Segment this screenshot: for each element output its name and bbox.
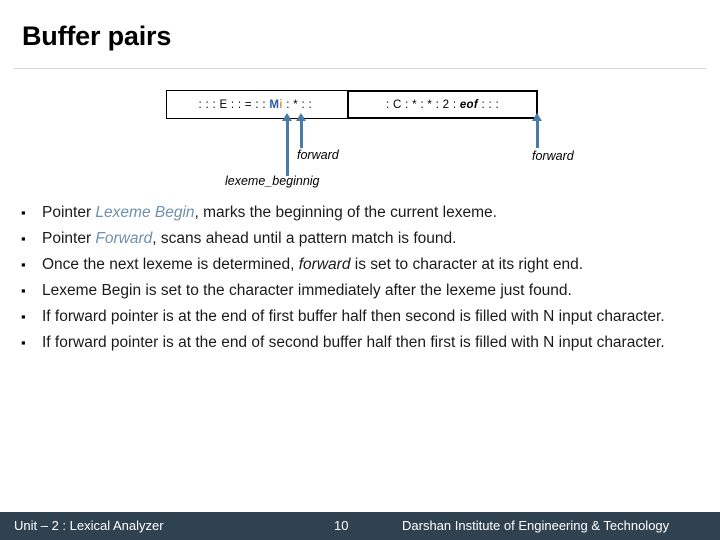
- list-item-text-part: , scans ahead until a pattern match is f…: [152, 230, 457, 247]
- buffer-box: : : : E : : = : : Mi : * : : : C : * : *…: [166, 90, 538, 119]
- list-item-text: Pointer Forward, scans ahead until a pat…: [42, 226, 706, 251]
- list-item: ▪ Lexeme Begin is set to the character im…: [16, 278, 706, 303]
- list-item-text-part: forward: [298, 256, 351, 273]
- list-item: ▪ If forward pointer is at the end of fir…: [16, 304, 706, 329]
- list-item-text-part: Once the next lexeme is determined,: [42, 256, 299, 273]
- buffer-right-suffix: : : :: [477, 98, 499, 111]
- list-item: ▪ Once the next lexeme is determined, for…: [16, 252, 706, 277]
- buffer-right-prefix: : C : * : * : 2 :: [386, 98, 460, 111]
- footer-unit-label: Unit – 2 : Lexical Analyzer: [14, 518, 164, 533]
- buffer-left-suffix: : * : :: [282, 98, 316, 111]
- bullet-square-icon: ▪: [21, 283, 26, 298]
- forward-arrow-right-icon: [532, 113, 542, 148]
- footer-page-number: 10: [334, 518, 349, 533]
- buffer-half-first: : : : E : : = : : Mi : * : :: [166, 90, 347, 119]
- bullet-square-icon: ▪: [21, 205, 26, 220]
- lexeme-begin-arrow-icon: [282, 113, 292, 176]
- buffer-half-second: : C : * : * : 2 : eof : : :: [347, 90, 538, 119]
- buffer-pair-diagram: : : : E : : = : : Mi : * : : : C : * : *…: [0, 0, 720, 200]
- list-item-text-part: Pointer: [42, 230, 96, 247]
- footer-institute-label: Darshan Institute of Engineering & Techn…: [402, 518, 670, 533]
- list-item-text: If forward pointer is at the end of seco…: [42, 330, 706, 355]
- bullet-square-icon: ▪: [21, 257, 26, 272]
- list-item-text: Pointer Lexeme Begin, marks the beginnin…: [42, 200, 706, 225]
- buffer-left-prefix: : : : E : : = : :: [198, 98, 270, 111]
- lexeme-beginnig-label: lexeme_beginnig: [225, 174, 320, 188]
- bullet-square-icon: ▪: [21, 335, 26, 350]
- list-item: ▪ If forward pointer is at the end of sec…: [16, 330, 706, 355]
- list-item-text-part: Lexeme Begin is set to the character imm…: [42, 282, 572, 299]
- list-item-text-part: Forward: [95, 230, 153, 247]
- bullet-square-icon: ▪: [21, 231, 26, 246]
- list-item-text-part: If forward pointer is at the end of seco…: [42, 334, 665, 351]
- list-item-text: Once the next lexeme is determined, forw…: [42, 252, 706, 277]
- list-item-text: Lexeme Begin is set to the character imm…: [42, 278, 706, 303]
- bullet-list: ▪ Pointer Lexeme Begin, marks the beginni…: [16, 200, 706, 356]
- list-item-text-part: Lexeme Begin: [95, 204, 195, 221]
- bullet-square-icon: ▪: [21, 309, 26, 324]
- list-item-text: If forward pointer is at the end of firs…: [42, 304, 706, 329]
- list-item: ▪ Pointer Lexeme Begin, marks the beginni…: [16, 200, 706, 225]
- forward-arrow-left-icon: [296, 113, 306, 148]
- slide-footer: Unit – 2 : Lexical Analyzer 10 Darshan I…: [0, 512, 720, 540]
- list-item-text-part: is set to character at its right end.: [350, 256, 584, 273]
- forward-label-right: forward: [532, 149, 574, 163]
- list-item-text-part: , marks the beginning of the current lex…: [194, 204, 497, 221]
- forward-label-left: forward: [297, 148, 339, 162]
- list-item: ▪ Pointer Forward, scans ahead until a pa…: [16, 226, 706, 251]
- list-item-text-part: If forward pointer is at the end of firs…: [42, 308, 665, 325]
- buffer-eof-sentinel: eof: [459, 98, 478, 111]
- buffer-char-m: M: [269, 98, 280, 111]
- list-item-text-part: Pointer: [42, 204, 96, 221]
